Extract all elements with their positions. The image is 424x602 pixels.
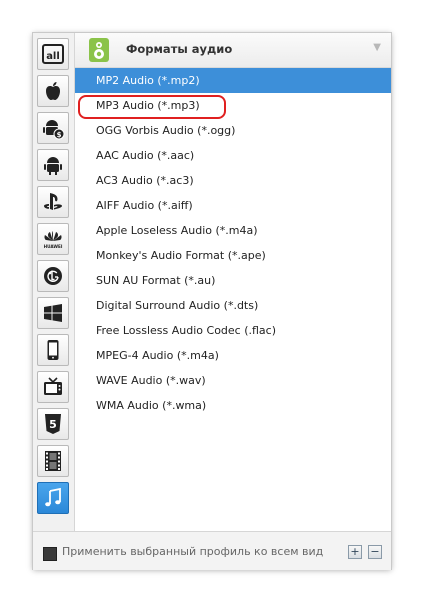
sidebar-item-phone[interactable] bbox=[37, 334, 69, 366]
sidebar-item-all[interactable]: all bbox=[37, 38, 69, 70]
apply-to-all-label: Применить выбранный профиль ко всем виде… bbox=[62, 545, 323, 558]
footer-bar: Применить выбранный профиль ко всем виде… bbox=[33, 531, 391, 570]
plus-icon[interactable]: + bbox=[348, 545, 362, 559]
sidebar-item-tv[interactable] bbox=[37, 371, 69, 403]
sidebar-item-playstation[interactable] bbox=[37, 186, 69, 218]
format-category-header[interactable]: Форматы аудио ▼ bbox=[75, 33, 391, 68]
apple-icon bbox=[46, 82, 60, 100]
music-note-icon bbox=[45, 487, 61, 507]
sidebar-item-html5[interactable]: 5 bbox=[37, 408, 69, 440]
format-item-aiff[interactable]: AIFF Audio (*.aiff) bbox=[75, 193, 391, 218]
windows-icon bbox=[44, 304, 62, 322]
format-item-aac[interactable]: AAC Audio (*.aac) bbox=[75, 143, 391, 168]
film-icon bbox=[45, 451, 61, 471]
speaker-icon bbox=[89, 38, 109, 62]
device-sidebar: all $ HUAWEI 5 bbox=[33, 33, 75, 531]
android-icon: $ bbox=[43, 120, 65, 140]
all-formats-icon: all bbox=[42, 44, 64, 64]
format-item-flac[interactable]: Free Lossless Audio Codec (.flac) bbox=[75, 318, 391, 343]
sidebar-item-huawei[interactable]: HUAWEI bbox=[37, 223, 69, 255]
format-item-dts[interactable]: Digital Surround Audio (*.dts) bbox=[75, 293, 391, 318]
huawei-label: HUAWEI bbox=[44, 244, 63, 249]
sidebar-item-lg[interactable] bbox=[37, 260, 69, 292]
highlight-ring bbox=[78, 95, 226, 119]
sidebar-item-audio[interactable] bbox=[37, 482, 69, 514]
format-item-wma[interactable]: WMA Audio (*.wma) bbox=[75, 393, 391, 418]
sidebar-item-video[interactable] bbox=[37, 445, 69, 477]
format-item-au[interactable]: SUN AU Format (*.au) bbox=[75, 268, 391, 293]
html5-icon: 5 bbox=[45, 414, 61, 434]
sidebar-item-android[interactable] bbox=[37, 149, 69, 181]
format-item-mp2[interactable]: MP2 Audio (*.mp2) bbox=[75, 68, 391, 93]
format-item-ac3[interactable]: AC3 Audio (*.ac3) bbox=[75, 168, 391, 193]
minus-icon[interactable]: − bbox=[368, 545, 382, 559]
format-item-ape[interactable]: Monkey's Audio Format (*.ape) bbox=[75, 243, 391, 268]
format-item-alac[interactable]: Apple Loseless Audio (*.m4a) bbox=[75, 218, 391, 243]
format-item-ogg[interactable]: OGG Vorbis Audio (*.ogg) bbox=[75, 118, 391, 143]
lg-icon bbox=[44, 267, 62, 285]
tv-icon bbox=[44, 377, 62, 395]
phone-icon bbox=[47, 340, 59, 360]
apply-to-all-checkbox[interactable] bbox=[43, 547, 57, 561]
all-formats-label: all bbox=[46, 51, 60, 62]
android-icon bbox=[44, 157, 62, 175]
category-title: Форматы аудио bbox=[126, 42, 233, 56]
svg-text:$: $ bbox=[57, 131, 62, 139]
format-item-m4a[interactable]: MPEG-4 Audio (*.m4a) bbox=[75, 343, 391, 368]
playstation-icon bbox=[44, 193, 62, 210]
chevron-down-icon[interactable]: ▼ bbox=[373, 42, 381, 53]
format-list: MP2 Audio (*.mp2) MP3 Audio (*.mp3) OGG … bbox=[75, 68, 391, 418]
format-item-wav[interactable]: WAVE Audio (*.wav) bbox=[75, 368, 391, 393]
html5-label: 5 bbox=[49, 418, 57, 431]
sidebar-item-windows[interactable] bbox=[37, 297, 69, 329]
sidebar-item-android-market[interactable]: $ bbox=[37, 112, 69, 144]
huawei-icon: HUAWEI bbox=[44, 231, 63, 249]
sidebar-item-apple[interactable] bbox=[37, 75, 69, 107]
